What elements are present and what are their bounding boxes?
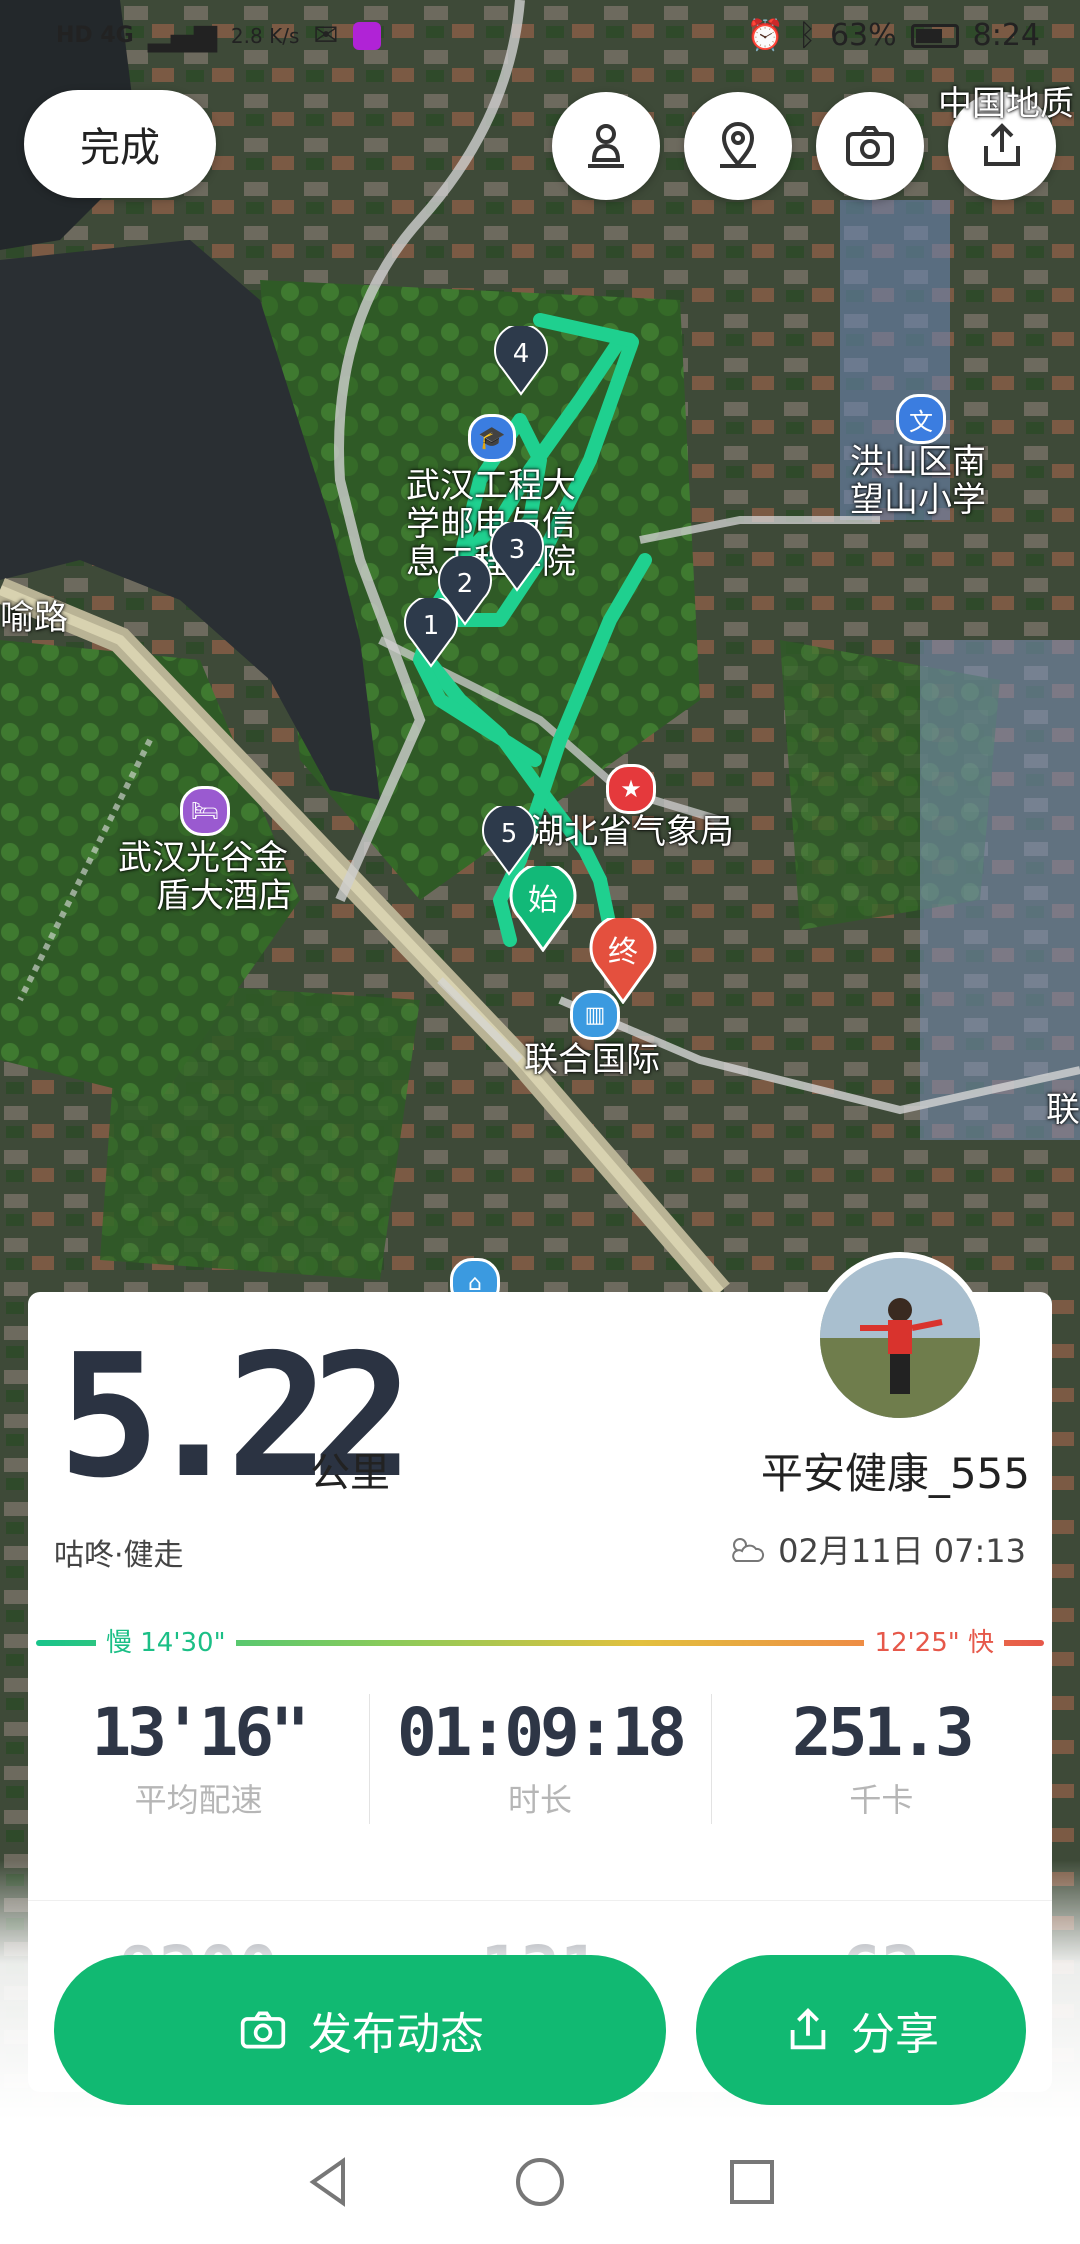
datetime-text: 02月11日 07:13	[778, 1532, 1026, 1570]
stat-calories: 251.3 千卡	[710, 1684, 1052, 1824]
stat-duration-label: 时长	[507, 1781, 572, 1819]
map-label-hotel-line2: 盾大酒店	[156, 876, 292, 916]
status-bar: HD 4G ▂▄▆ 2.8 K/s ✉ ⏰ ᛒ 63% 8:24	[0, 0, 1080, 80]
avatar-photo	[820, 1258, 980, 1418]
km-marker-4[interactable]: 4	[492, 326, 550, 396]
network-indicator: HD 4G	[56, 23, 134, 48]
map-label-school-line1: 武汉工程大	[406, 466, 576, 506]
username[interactable]: 平安健康_555	[761, 1440, 1030, 1501]
stat-avg-pace-value: 13'16"	[91, 1694, 309, 1771]
stat-duration: 01:09:18 时长	[369, 1684, 710, 1824]
share-icon	[790, 2008, 826, 2050]
locate-button[interactable]	[684, 92, 792, 200]
recents-icon[interactable]	[727, 2157, 777, 2207]
signal-icon: ▂▄▆	[147, 18, 217, 53]
home-icon[interactable]	[513, 2155, 567, 2209]
pace-slow-label: 慢 14'30"	[96, 1622, 236, 1659]
pace-range-bar: 慢 14'30" 12'25" 快	[36, 1622, 1044, 1662]
primary-school-poi-icon[interactable]: 文	[896, 394, 946, 444]
hotel-poi-icon[interactable]: 🛏	[180, 786, 230, 836]
share-icon	[984, 123, 1020, 166]
post-moment-button[interactable]: 发布动态	[54, 1955, 666, 2105]
clock: 8:24	[972, 18, 1040, 53]
camera-icon	[846, 126, 894, 166]
stats-row: 13'16" 平均配速 01:09:18 时长 251.3 千卡	[28, 1684, 1052, 1824]
camera-icon	[240, 2011, 286, 2049]
weather-cloudy-icon	[732, 1538, 765, 1562]
map-label-hotel-line1: 武汉光谷金	[118, 838, 288, 878]
wechat-icon: ✉	[313, 18, 339, 53]
bluetooth-icon: ᛒ	[797, 18, 816, 53]
pace-fast-label: 12'25" 快	[864, 1622, 1004, 1659]
km-marker-2-label: 2	[457, 569, 474, 599]
camera-button[interactable]	[816, 92, 924, 200]
weather-bureau-poi-icon[interactable]: ★	[606, 764, 656, 814]
person-view-button[interactable]	[552, 92, 660, 200]
distance-unit: 公里	[310, 1450, 390, 1496]
workout-datetime: 02月11日 07:13	[726, 1526, 1026, 1572]
stat-calories-label: 千卡	[849, 1781, 914, 1819]
person-icon	[588, 124, 624, 168]
km-marker-3[interactable]: 3	[488, 522, 546, 592]
alarm-icon: ⏰	[746, 18, 784, 53]
map-label-primary-school-line1: 洪山区南	[850, 442, 986, 482]
start-marker[interactable]: 始	[508, 866, 578, 952]
stat-avg-pace: 13'16" 平均配速	[28, 1684, 369, 1824]
stat-calories-value: 251.3	[791, 1694, 975, 1771]
km-marker-2[interactable]: 2	[436, 556, 494, 626]
map-label-top-right: 中国地质	[938, 84, 1074, 124]
km-marker-5-label: 5	[501, 819, 518, 849]
map-label-primary-school-line2: 望山小学	[850, 480, 986, 520]
km-marker-3-label: 3	[509, 535, 526, 565]
system-nav-bar	[0, 2120, 1080, 2244]
done-label: 完成	[80, 125, 160, 171]
share-label: 分享	[851, 2009, 939, 2060]
km-marker-4-label: 4	[513, 339, 530, 369]
back-icon[interactable]	[303, 2155, 353, 2209]
battery-percent: 63%	[829, 18, 897, 53]
end-marker-label: 终	[608, 935, 638, 970]
map-label-lianhe: 联合国际	[524, 1040, 660, 1080]
stat-duration-value: 01:09:18	[397, 1694, 687, 1771]
map-label-edge: 联	[1046, 1090, 1080, 1130]
stat-avg-pace-label: 平均配速	[134, 1781, 263, 1819]
post-moment-label: 发布动态	[308, 2009, 484, 2060]
activity-type: 咕咚·健走	[54, 1538, 184, 1573]
battery-icon	[910, 23, 959, 48]
map-label-road: 喻路	[0, 598, 68, 638]
network-speed: 2.8 K/s	[230, 23, 300, 48]
end-marker[interactable]: 终	[588, 918, 658, 1004]
share-button[interactable]: 分享	[696, 1955, 1026, 2105]
start-marker-label: 始	[528, 883, 558, 918]
map-label-weather-bureau: 湖北省气象局	[530, 812, 734, 852]
location-pin-icon	[720, 122, 756, 168]
video-app-icon	[352, 21, 381, 50]
done-button[interactable]: 完成	[24, 90, 216, 198]
school-poi-icon[interactable]: 🎓	[468, 414, 516, 462]
avatar[interactable]	[814, 1252, 986, 1424]
